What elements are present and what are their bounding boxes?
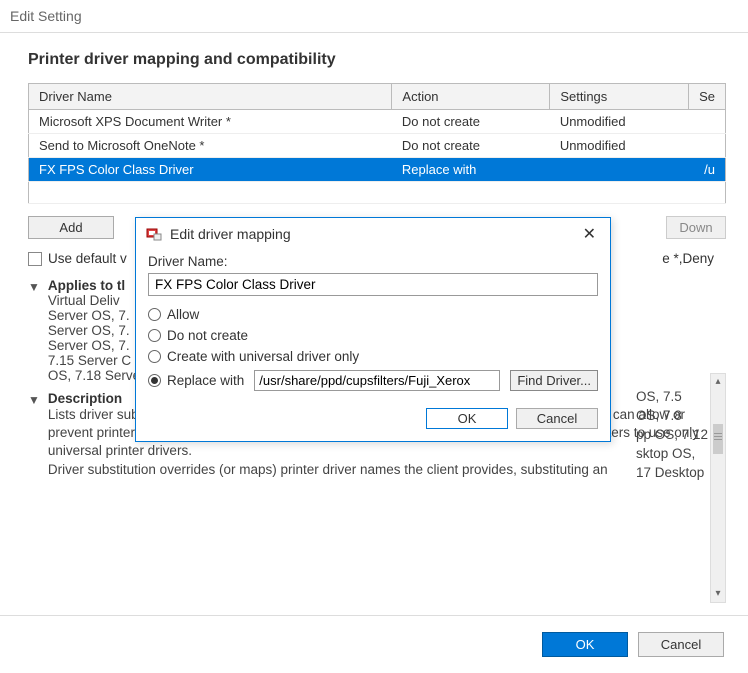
cell-driver: FX FPS Color Class Driver xyxy=(29,158,392,182)
down-button[interactable]: Down xyxy=(666,216,726,239)
radio-label: Do not create xyxy=(167,328,248,343)
os-line: sktop OS, xyxy=(636,445,708,464)
dialog-ok-button[interactable]: OK xyxy=(426,408,508,429)
os-line: OS, 7.5 xyxy=(636,388,708,407)
radio-label: Replace with xyxy=(167,373,244,388)
os-line: pp OS, 7.12 xyxy=(636,426,708,445)
driver-table: Driver Name Action Settings Se Microsoft… xyxy=(28,83,726,204)
vertical-scrollbar[interactable]: ▴ ▾ xyxy=(710,373,726,603)
scroll-down-arrow-icon[interactable]: ▾ xyxy=(711,586,725,602)
printer-mapping-icon xyxy=(146,226,162,242)
window-title: Edit Setting xyxy=(0,0,748,32)
os-line: OS, 7.8 xyxy=(636,407,708,426)
radio-label: Create with universal driver only xyxy=(167,349,359,364)
scroll-grip-icon xyxy=(714,436,722,437)
cell-driver: Send to Microsoft OneNote * xyxy=(29,134,392,158)
cancel-button[interactable]: Cancel xyxy=(638,632,724,657)
chevron-down-icon[interactable]: ▼ xyxy=(28,280,40,294)
cell-action: Do not create xyxy=(392,110,550,134)
cell-action: Replace with xyxy=(392,158,550,182)
dialog-cancel-button[interactable]: Cancel xyxy=(516,408,598,429)
cell-settings: Unmodified xyxy=(550,134,689,158)
ok-button[interactable]: OK xyxy=(542,632,628,657)
cell-driver: Microsoft XPS Document Writer * xyxy=(29,110,392,134)
find-driver-button[interactable]: Find Driver... xyxy=(510,370,598,391)
radio-label: Allow xyxy=(167,307,199,322)
dialog-button-row: OK Cancel xyxy=(148,408,598,429)
footer-button-bar: OK Cancel xyxy=(0,615,748,673)
th-action[interactable]: Action xyxy=(392,84,550,110)
dialog-header: Edit driver mapping ✕ xyxy=(136,218,610,250)
cell-se xyxy=(689,110,726,134)
radio-icon xyxy=(148,329,161,342)
replace-path-input[interactable] xyxy=(254,370,500,391)
os-line: 17 Desktop xyxy=(636,464,708,483)
dialog-title: Edit driver mapping xyxy=(170,226,291,242)
radio-icon xyxy=(148,308,161,321)
radio-icon xyxy=(148,350,161,363)
right-os-list: OS, 7.5 OS, 7.8 pp OS, 7.12 sktop OS, 17… xyxy=(636,388,708,482)
driver-name-label: Driver Name: xyxy=(148,254,598,269)
scroll-up-arrow-icon[interactable]: ▴ xyxy=(711,374,725,390)
radio-replace-with[interactable]: Replace with Find Driver... xyxy=(148,367,598,394)
cell-se xyxy=(689,134,726,158)
radio-do-not-create[interactable]: Do not create xyxy=(148,325,598,346)
table-row-empty[interactable] xyxy=(29,182,726,204)
close-button[interactable]: ✕ xyxy=(579,224,600,244)
chevron-down-icon[interactable]: ▼ xyxy=(28,393,40,407)
radio-icon-selected xyxy=(148,374,161,387)
driver-name-input[interactable] xyxy=(148,273,598,296)
scroll-thumb[interactable] xyxy=(713,424,723,454)
use-default-label: Use default v xyxy=(48,251,127,266)
cell-action: Do not create xyxy=(392,134,550,158)
dialog-body: Driver Name: Allow Do not create Create … xyxy=(136,250,610,441)
cell-settings: Unmodified xyxy=(550,110,689,134)
table-row[interactable]: Microsoft XPS Document Writer * Do not c… xyxy=(29,110,726,134)
cell-settings xyxy=(550,158,689,182)
deny-text: e *,Deny xyxy=(662,251,726,266)
th-driver[interactable]: Driver Name xyxy=(29,84,392,110)
radio-allow[interactable]: Allow xyxy=(148,304,598,325)
use-default-checkbox[interactable] xyxy=(28,252,42,266)
table-row[interactable]: Send to Microsoft OneNote * Do not creat… xyxy=(29,134,726,158)
radio-universal[interactable]: Create with universal driver only xyxy=(148,346,598,367)
table-row-selected[interactable]: FX FPS Color Class Driver Replace with /… xyxy=(29,158,726,182)
th-se[interactable]: Se xyxy=(689,84,726,110)
section-title: Printer driver mapping and compatibility xyxy=(28,51,726,69)
cell-se: /u xyxy=(689,158,726,182)
edit-driver-mapping-dialog: Edit driver mapping ✕ Driver Name: Allow… xyxy=(135,217,611,442)
add-button[interactable]: Add xyxy=(28,216,114,239)
th-settings[interactable]: Settings xyxy=(550,84,689,110)
